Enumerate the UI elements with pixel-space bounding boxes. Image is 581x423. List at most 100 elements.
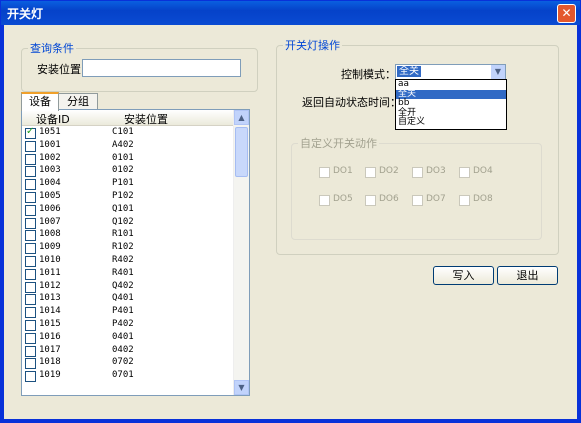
device-id-cell: 1007 xyxy=(39,216,61,227)
mode-label: 控制模式： xyxy=(341,68,396,81)
device-list-header: 设备ID 安装位置 xyxy=(22,110,233,126)
scroll-thumb[interactable] xyxy=(235,127,248,177)
location-cell: Q102 xyxy=(112,216,134,227)
output-label: DO5 xyxy=(333,194,353,204)
table-row[interactable]: 1018 0702 xyxy=(22,357,233,370)
write-button-label: 写入 xyxy=(452,269,475,282)
row-checkbox[interactable] xyxy=(25,255,36,267)
row-checkbox[interactable] xyxy=(25,230,36,242)
scroll-down-icon[interactable]: ▼ xyxy=(234,380,249,395)
scroll-up-icon[interactable]: ▲ xyxy=(234,110,249,125)
row-checkbox[interactable] xyxy=(25,371,36,383)
location-cell: 0101 xyxy=(112,152,134,163)
column-header-device-id[interactable]: 设备ID xyxy=(36,111,70,127)
row-checkbox[interactable] xyxy=(25,332,36,344)
close-icon[interactable]: ✕ xyxy=(557,4,576,23)
custom-action-group: 自定义开关动作 xyxy=(291,135,542,240)
exit-button-label: 退出 xyxy=(516,269,539,282)
device-id-cell: 1003 xyxy=(39,165,61,176)
row-checkbox[interactable] xyxy=(25,126,36,139)
location-cell: Q401 xyxy=(112,293,134,304)
table-row[interactable]: 1009 R102 xyxy=(22,242,233,255)
write-button[interactable]: 写入 xyxy=(433,266,494,285)
tab-groups[interactable]: 分组 xyxy=(58,93,98,110)
tab-devices[interactable]: 设备 xyxy=(21,92,59,111)
location-cell: A402 xyxy=(112,139,134,150)
row-checkbox[interactable] xyxy=(25,166,36,178)
device-id-cell: 1002 xyxy=(39,152,61,163)
mode-option[interactable]: 全关 xyxy=(396,89,506,99)
output-checkbox[interactable] xyxy=(365,167,376,178)
output-label: DO7 xyxy=(426,194,446,204)
device-list[interactable]: 设备ID 安装位置 1051 C101 1001 A402 1002 0101 1003 01… xyxy=(21,109,250,396)
device-id-cell: 1014 xyxy=(39,306,61,317)
table-row[interactable]: 1010 R402 xyxy=(22,255,233,268)
output-checkbox[interactable] xyxy=(319,195,330,206)
table-row[interactable]: 1019 0701 xyxy=(22,370,233,383)
row-checkbox[interactable] xyxy=(25,319,36,331)
mode-option[interactable]: 自定义 xyxy=(396,117,506,128)
mode-dropdown-list[interactable]: aa 全关 bb 全开 自定义 xyxy=(395,79,507,130)
row-checkbox[interactable] xyxy=(25,294,36,306)
row-checkbox[interactable] xyxy=(25,268,36,280)
location-cell: R401 xyxy=(112,267,134,278)
window-title: 开关灯 xyxy=(7,7,44,21)
row-checkbox[interactable] xyxy=(25,191,36,203)
device-id-cell: 1001 xyxy=(39,139,61,150)
output-checkbox[interactable] xyxy=(412,195,423,206)
location-search-input[interactable] xyxy=(82,59,241,77)
table-row[interactable]: 1017 0402 xyxy=(22,345,233,358)
output-label: DO6 xyxy=(379,194,399,204)
row-checkbox[interactable] xyxy=(25,204,36,216)
output-checkbox[interactable] xyxy=(459,195,470,206)
table-row[interactable]: 1012 Q402 xyxy=(22,281,233,294)
table-row[interactable]: 1051 C101 xyxy=(22,126,233,140)
location-cell: Q101 xyxy=(112,203,134,214)
row-checkbox[interactable] xyxy=(25,307,36,319)
row-checkbox[interactable] xyxy=(25,140,36,152)
output-checkbox[interactable] xyxy=(365,195,376,206)
device-id-cell: 1012 xyxy=(39,280,61,291)
device-id-cell: 1013 xyxy=(39,293,61,304)
row-checkbox[interactable] xyxy=(25,153,36,165)
row-checkbox[interactable] xyxy=(25,281,36,293)
output-checkbox[interactable] xyxy=(459,167,470,178)
output-label: DO3 xyxy=(426,166,446,176)
title-bar: 开关灯 ✕ xyxy=(1,1,580,25)
row-checkbox[interactable] xyxy=(25,243,36,255)
row-checkbox[interactable] xyxy=(25,358,36,370)
table-row[interactable]: 1016 0401 xyxy=(22,332,233,345)
row-checkbox[interactable] xyxy=(25,345,36,357)
table-row[interactable]: 1008 R101 xyxy=(22,229,233,242)
table-row[interactable]: 1007 Q102 xyxy=(22,217,233,230)
table-row[interactable]: 1015 P402 xyxy=(22,319,233,332)
device-id-cell: 1018 xyxy=(39,357,61,368)
table-row[interactable]: 1014 P401 xyxy=(22,306,233,319)
column-header-location[interactable]: 安装位置 xyxy=(124,111,168,127)
table-row[interactable]: 1002 0101 xyxy=(22,153,233,166)
chevron-down-icon[interactable]: ▼ xyxy=(491,65,505,79)
table-row[interactable]: 1013 Q401 xyxy=(22,293,233,306)
switch-ops-legend: 开关灯操作 xyxy=(285,39,340,52)
table-row[interactable]: 1004 P101 xyxy=(22,178,233,191)
table-row[interactable]: 1011 R401 xyxy=(22,268,233,281)
exit-button[interactable]: 退出 xyxy=(497,266,558,285)
output-checkbox[interactable] xyxy=(412,167,423,178)
row-checkbox[interactable] xyxy=(25,179,36,191)
device-id-cell: 1016 xyxy=(39,331,61,342)
location-cell: 0102 xyxy=(112,165,134,176)
location-label: 安装位置 xyxy=(37,63,81,76)
mode-select[interactable]: 全关 ▼ xyxy=(395,64,506,80)
location-cell: R101 xyxy=(112,229,134,240)
device-id-cell: 1004 xyxy=(39,178,61,189)
table-row[interactable]: 1003 0102 xyxy=(22,165,233,178)
custom-action-legend: 自定义开关动作 xyxy=(300,137,377,150)
row-checkbox[interactable] xyxy=(25,217,36,229)
device-id-cell: 1010 xyxy=(39,254,61,265)
table-row[interactable]: 1006 Q101 xyxy=(22,204,233,217)
table-row[interactable]: 1005 P102 xyxy=(22,191,233,204)
output-label: DO2 xyxy=(379,166,399,176)
device-list-scrollbar[interactable]: ▲ ▼ xyxy=(233,110,249,395)
output-checkbox[interactable] xyxy=(319,167,330,178)
table-row[interactable]: 1001 A402 xyxy=(22,140,233,153)
